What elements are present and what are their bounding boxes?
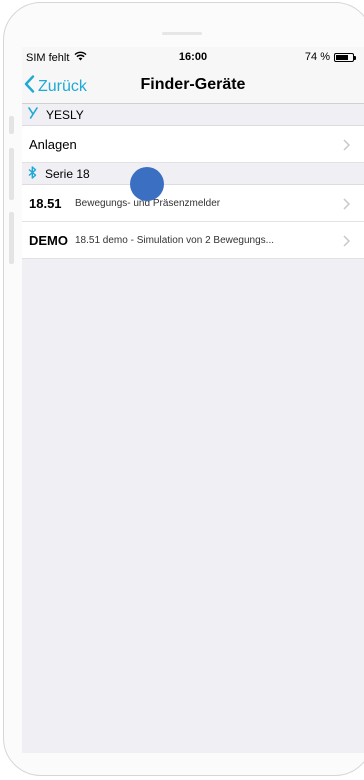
list-item-demo[interactable]: DEMO 18.51 demo - Simulation von 2 Beweg… bbox=[22, 222, 364, 259]
section-header-label: YESLY bbox=[46, 107, 84, 122]
section-header-label: Serie 18 bbox=[45, 166, 90, 181]
chevron-right-icon bbox=[343, 138, 351, 156]
battery-icon bbox=[334, 52, 356, 62]
device-code: DEMO bbox=[29, 232, 68, 248]
device-code: 18.51 bbox=[29, 195, 62, 211]
touch-indicator bbox=[130, 167, 164, 201]
chevron-right-icon bbox=[343, 197, 351, 215]
section-header-yesly: YESLY bbox=[22, 104, 364, 126]
navigation-bar: Zurück Finder-Geräte bbox=[22, 67, 364, 104]
device-description: 18.51 demo - Simulation von 2 Bewegungs.… bbox=[75, 234, 275, 246]
section-header-serie-18: Serie 18 bbox=[22, 163, 364, 185]
status-bar: SIM fehlt 16:00 74 % bbox=[22, 47, 364, 67]
chevron-right-icon bbox=[343, 234, 351, 252]
list-item-anlagen[interactable]: Anlagen bbox=[22, 126, 364, 163]
earpiece bbox=[162, 32, 202, 35]
page-title: Finder-Geräte bbox=[140, 76, 246, 93]
volume-up-button bbox=[9, 148, 14, 200]
row-title: Anlagen bbox=[29, 136, 77, 152]
volume-down-button bbox=[9, 212, 14, 264]
battery-fill bbox=[336, 54, 348, 60]
battery-tip bbox=[354, 55, 356, 60]
bluetooth-icon bbox=[28, 165, 37, 182]
screen: SIM fehlt 16:00 74 % Zurück Finder-Gerät… bbox=[22, 47, 364, 753]
mute-switch bbox=[9, 116, 14, 134]
list-item-18-51[interactable]: 18.51 Bewegungs- und Präsenzmelder bbox=[22, 185, 364, 222]
yesly-logo-icon bbox=[28, 107, 38, 122]
battery-percent: 74 % bbox=[304, 51, 330, 63]
status-right: 74 % bbox=[304, 51, 356, 63]
